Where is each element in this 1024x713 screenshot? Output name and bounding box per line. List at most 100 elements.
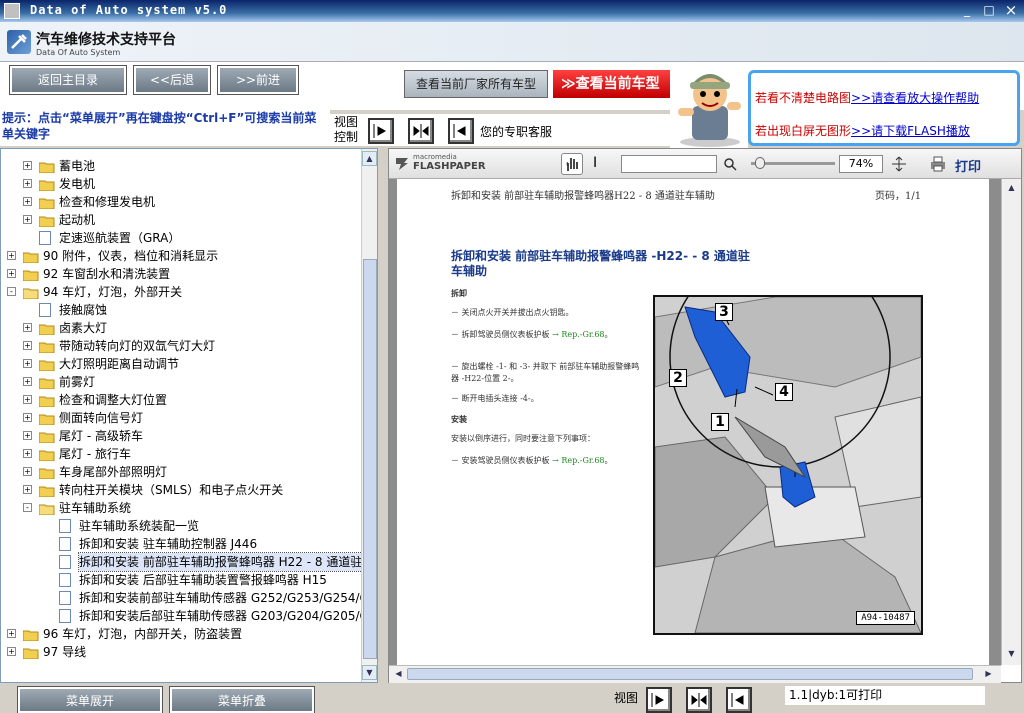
search-input[interactable] <box>621 155 717 173</box>
tree-doc-item[interactable]: 拆卸和安装 驻车辅助控制器 J446 <box>1 535 359 553</box>
tree-scrollbar[interactable]: ▲ ▼ <box>361 149 377 682</box>
expand-icon[interactable]: + <box>23 359 32 368</box>
collapse-icon[interactable]: - <box>23 503 32 512</box>
expand-icon[interactable]: + <box>7 629 16 638</box>
expand-icon[interactable]: + <box>7 251 16 260</box>
doc-scroll-down-icon[interactable]: ▼ <box>1004 647 1019 662</box>
home-button[interactable]: 返回主目录 <box>9 65 127 95</box>
expand-icon[interactable]: + <box>23 161 32 170</box>
tree-folder-item[interactable]: + 带随动转向灯的双氙气灯大灯 <box>1 337 359 355</box>
collapse-icon[interactable]: - <box>7 287 16 296</box>
doc-scroll-left-icon[interactable]: ◀ <box>391 667 406 682</box>
bottom-view-left-button[interactable] <box>726 687 752 713</box>
expand-icon[interactable]: + <box>23 413 32 422</box>
view-split-button[interactable] <box>408 118 434 144</box>
bottom-view-split-button[interactable] <box>686 687 712 713</box>
tree-doc-item[interactable]: 驻车辅助系统装配一览 <box>1 517 359 535</box>
printer-icon[interactable] <box>929 156 947 172</box>
expand-icon[interactable]: + <box>23 179 32 188</box>
step-4: － 断开电插头连接 -4-。 <box>451 394 539 403</box>
tree-doc-item[interactable]: 定速巡航装置（GRA） <box>1 229 359 247</box>
doc-scroll-right-icon[interactable]: ▶ <box>981 667 996 682</box>
tree-folder-item[interactable]: +96 车灯，灯泡，内部开关，防盗装置 <box>1 625 359 643</box>
tree-folder-item[interactable]: + 大灯照明距离自动调节 <box>1 355 359 373</box>
tree-doc-item[interactable]: 接触腐蚀 <box>1 301 359 319</box>
tree-folder-item[interactable]: + 检查和调整大灯位置 <box>1 391 359 409</box>
app-header: 汽车维修技术支持平台 Data Of Auto System <box>0 22 1024 62</box>
arrow-right-icon <box>651 693 665 707</box>
expand-icon[interactable]: + <box>23 341 32 350</box>
expand-icon[interactable]: + <box>23 395 32 404</box>
menu-expand-button[interactable]: 菜单展开 <box>17 686 163 713</box>
minimize-button[interactable]: _ <box>958 2 976 18</box>
tree-folder-item[interactable]: + 发电机 <box>1 175 359 193</box>
callout-4: 4 <box>775 383 793 401</box>
tree-folder-item[interactable]: + 起动机 <box>1 211 359 229</box>
forward-button[interactable]: >>前进 <box>217 65 299 95</box>
expand-icon[interactable]: + <box>23 377 32 386</box>
expand-icon[interactable]: + <box>7 647 16 656</box>
expand-icon[interactable]: + <box>23 449 32 458</box>
tree-item-label: 接触腐蚀 <box>59 303 108 317</box>
scroll-up-icon[interactable]: ▲ <box>362 151 377 166</box>
rep-gr-68-link[interactable]: → Rep.-Gr.68 <box>552 330 604 339</box>
expand-icon[interactable]: + <box>23 467 32 476</box>
tree-folder-item[interactable]: + 车身尾部外部照明灯 <box>1 463 359 481</box>
back-button[interactable]: <<后退 <box>133 65 211 95</box>
folder-icon <box>38 322 55 336</box>
tree-folder-item[interactable]: + 前雾灯 <box>1 373 359 391</box>
tree-folder-item[interactable]: +97 导线 <box>1 643 359 661</box>
zoom-help-link[interactable]: >>请查看放大操作帮助 <box>851 91 979 105</box>
rep-gr-68-link-2[interactable]: → Rep.-Gr.68 <box>552 456 604 465</box>
close-button[interactable]: × <box>1002 2 1020 18</box>
zoom-slider-thumb[interactable] <box>755 157 765 169</box>
bottom-view-right-button[interactable] <box>646 687 672 713</box>
tree-folder-item[interactable]: +92 车窗刮水和清洗装置 <box>1 265 359 283</box>
expand-icon[interactable]: + <box>23 197 32 206</box>
expand-icon[interactable]: + <box>7 269 16 278</box>
maximize-button[interactable]: □ <box>980 2 998 18</box>
fit-page-icon[interactable] <box>891 156 907 172</box>
tree-doc-item[interactable]: 拆卸和安装 后部驻车辅助装置警报蜂鸣器 H15 <box>1 571 359 589</box>
current-model-button[interactable]: ≫查看当前车型 <box>553 70 671 98</box>
doc-hscroll-thumb[interactable] <box>407 668 973 680</box>
search-icon[interactable] <box>723 157 737 171</box>
flash-download-link[interactable]: >>请下载FLASH播放 <box>851 124 970 138</box>
tree-folder-item[interactable]: + 尾灯 - 高级轿车 <box>1 427 359 445</box>
scroll-down-icon[interactable]: ▼ <box>362 665 377 680</box>
menu-collapse-button[interactable]: 菜单折叠 <box>169 686 315 713</box>
expand-icon[interactable]: + <box>23 323 32 332</box>
tree-doc-item[interactable]: 拆卸和安装 前部驻车辅助报警蜂鸣器 H22 - 8 通道驻车 <box>1 552 376 572</box>
tree-folder-item[interactable]: + 转向柱开关模块（SMLS）和电子点火开关 <box>1 481 359 499</box>
print-button[interactable]: 打印 <box>955 156 981 175</box>
hand-tool-icon[interactable] <box>561 153 583 175</box>
tree-folder-item[interactable]: + 卤素大灯 <box>1 319 359 337</box>
tree-folder-item[interactable]: - 94 车灯，灯泡，外部开关 <box>1 283 359 301</box>
doc-scroll-up-icon[interactable]: ▲ <box>1004 181 1019 196</box>
expand-icon[interactable]: + <box>23 485 32 494</box>
view-right-button[interactable] <box>368 118 394 144</box>
folder-icon <box>38 430 55 444</box>
all-models-button[interactable]: 查看当前厂家所有车型 <box>404 70 548 98</box>
expand-icon[interactable]: + <box>23 215 32 224</box>
document-icon <box>59 609 71 623</box>
tree-item-label: 定速巡航装置（GRA） <box>59 231 181 245</box>
tree-scroll-thumb[interactable] <box>363 259 377 659</box>
tree-doc-item[interactable]: 拆卸和安装后部驻车辅助传感器 G203/G204/G205/G <box>1 607 369 625</box>
expand-icon[interactable]: + <box>23 431 32 440</box>
tree-folder-item[interactable]: + 侧面转向信号灯 <box>1 409 359 427</box>
folder-icon <box>38 178 55 192</box>
tree-folder-item[interactable]: +90 附件，仪表，档位和消耗显示 <box>1 247 359 265</box>
tree-folder-item[interactable]: - 驻车辅助系统 <box>1 499 359 517</box>
tree-folder-item[interactable]: + 检查和修理发电机 <box>1 193 359 211</box>
app-icon <box>4 3 20 19</box>
open-folder-icon <box>22 286 39 300</box>
text-select-icon[interactable]: I <box>593 155 605 173</box>
tree-folder-item[interactable]: + 蓄电池 <box>1 157 359 175</box>
document-hscrollbar[interactable]: ◀ ▶ <box>389 665 1001 683</box>
tree-folder-item[interactable]: + 尾灯 - 旅行车 <box>1 445 359 463</box>
tree-doc-item[interactable]: 拆卸和安装前部驻车辅助传感器 G252/G253/G254/G <box>1 589 369 607</box>
zoom-level[interactable]: 74% <box>839 155 883 173</box>
document-vscrollbar[interactable]: ▲ ▼ <box>1001 179 1021 665</box>
view-left-button[interactable] <box>448 118 474 144</box>
